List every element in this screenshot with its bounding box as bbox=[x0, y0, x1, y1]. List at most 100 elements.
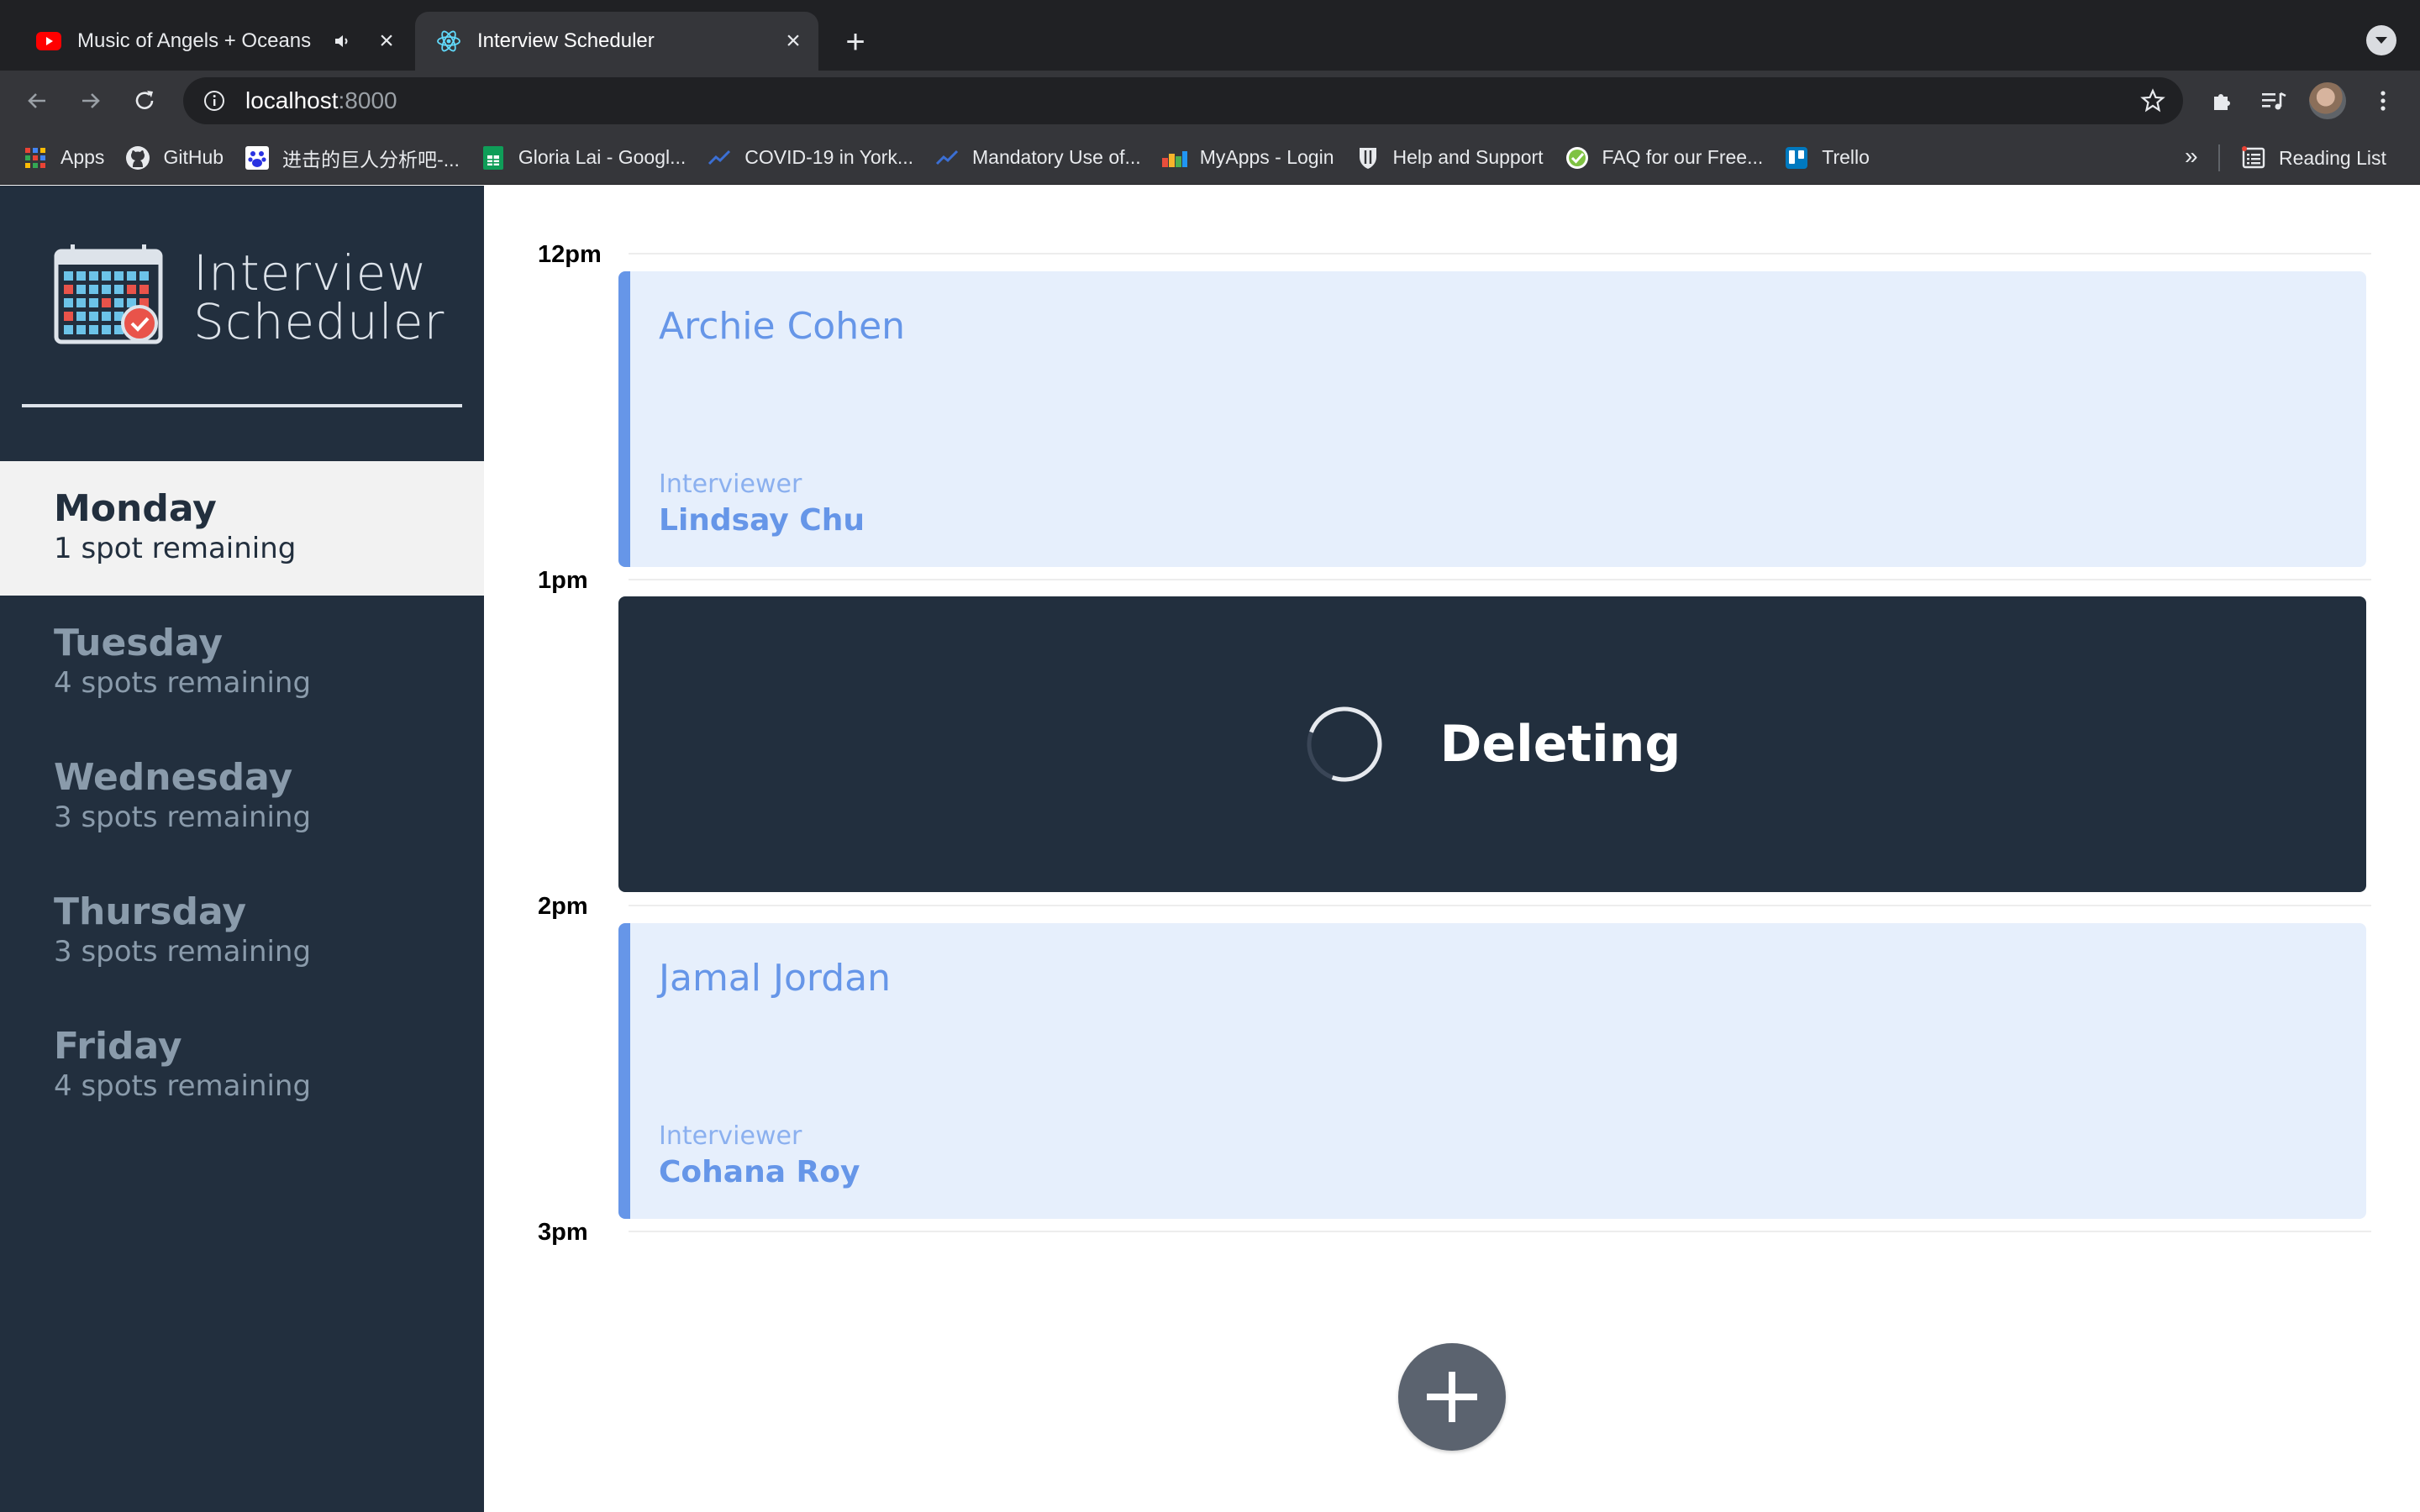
day-name: Wednesday bbox=[54, 756, 293, 799]
tab-interview-scheduler[interactable]: Interview Scheduler × bbox=[415, 12, 818, 71]
calendar-cell bbox=[64, 298, 73, 307]
reading-list-button[interactable]: Reading List bbox=[2232, 138, 2398, 178]
day-spots: 3 spots remaining bbox=[54, 935, 312, 969]
reading-list-label: Reading List bbox=[2279, 146, 2386, 169]
loading-spinner-icon bbox=[1307, 706, 1382, 782]
extensions-icon[interactable] bbox=[2203, 82, 2240, 119]
back-icon[interactable] bbox=[18, 82, 55, 119]
day-spots: 4 spots remaining bbox=[54, 1069, 312, 1103]
calendar-cell bbox=[114, 285, 124, 294]
student-name: Archie Cohen bbox=[659, 305, 906, 348]
bookmark-trello[interactable]: Trello bbox=[1775, 138, 1881, 178]
deleting-status: Deleting bbox=[618, 596, 2366, 892]
bookmark-help-support[interactable]: Help and Support bbox=[1346, 138, 1555, 178]
calendar-cell bbox=[76, 325, 86, 334]
calendar-cell bbox=[89, 325, 98, 334]
menu-kebab-icon[interactable] bbox=[2365, 82, 2402, 119]
profile-avatar[interactable] bbox=[2309, 82, 2346, 119]
forward-icon[interactable] bbox=[72, 82, 109, 119]
slot-divider bbox=[629, 253, 2371, 255]
schedule: 12pm Archie Cohen Interviewer Lindsay Ch… bbox=[484, 186, 2420, 1512]
day-name: Monday bbox=[54, 487, 217, 530]
bookmark-label: GitHub bbox=[163, 146, 224, 168]
interviewer-name: Cohana Roy bbox=[659, 1155, 860, 1189]
day-item-wednesday[interactable]: Wednesday 3 spots remaining bbox=[0, 730, 484, 864]
appointment-card[interactable]: Jamal Jordan Interviewer Cohana Roy bbox=[618, 923, 2366, 1219]
speaker-icon[interactable] bbox=[329, 28, 356, 55]
calendar-cell bbox=[139, 271, 149, 281]
tab-title: Interview Scheduler bbox=[477, 29, 655, 52]
calendar-cell bbox=[89, 271, 98, 281]
calendar-cell bbox=[127, 285, 136, 294]
day-name: Friday bbox=[54, 1025, 182, 1068]
bookmark-myapps[interactable]: MyApps - Login bbox=[1153, 138, 1346, 178]
day-item-thursday[interactable]: Thursday 3 spots remaining bbox=[0, 864, 484, 999]
sidebar: Interview Scheduler Monday 1 spot remain… bbox=[0, 186, 484, 1512]
bookmark-github[interactable]: GitHub bbox=[116, 138, 235, 178]
react-icon bbox=[435, 28, 462, 55]
more-bookmarks-button[interactable]: » bbox=[2185, 143, 2198, 170]
slot-divider bbox=[629, 905, 2371, 906]
bookmark-mandatory[interactable]: Mandatory Use of... bbox=[925, 138, 1153, 178]
slot-time: 1pm bbox=[538, 567, 588, 594]
bookmark-label: Help and Support bbox=[1392, 146, 1544, 168]
close-icon[interactable]: × bbox=[776, 24, 810, 58]
interviewer-label: Interviewer bbox=[659, 470, 802, 499]
github-icon bbox=[124, 144, 151, 171]
bookmark-covid[interactable]: COVID-19 in York... bbox=[697, 138, 925, 178]
slot-time: 12pm bbox=[538, 241, 602, 268]
bookmark-label: COVID-19 in York... bbox=[744, 146, 913, 168]
calendar-cell bbox=[89, 298, 98, 307]
calendar-cell bbox=[102, 271, 111, 281]
media-control-icon[interactable] bbox=[2255, 82, 2292, 119]
app-title-line2: Scheduler bbox=[193, 292, 445, 350]
url-port: :8000 bbox=[338, 87, 397, 113]
plus-icon bbox=[1427, 1372, 1477, 1422]
youtube-icon bbox=[35, 28, 62, 55]
bookmark-baidu[interactable]: 进击的巨人分析吧-... bbox=[235, 138, 471, 178]
sheets-icon bbox=[480, 144, 507, 171]
shield-icon bbox=[1355, 144, 1381, 171]
trello-icon bbox=[1783, 144, 1810, 171]
interviewer-name: Lindsay Chu bbox=[659, 503, 865, 538]
calendar-cell bbox=[64, 325, 73, 334]
browser-tab-strip: Music of Angels + Oceans × Interview Sch… bbox=[0, 0, 2420, 71]
site-info-icon[interactable] bbox=[200, 87, 229, 115]
calendar-cell bbox=[127, 271, 136, 281]
bookmark-label: Trello bbox=[1822, 146, 1870, 168]
day-item-friday[interactable]: Friday 4 spots remaining bbox=[0, 999, 484, 1133]
tab-music[interactable]: Music of Angels + Oceans × bbox=[18, 12, 412, 71]
add-appointment-button[interactable] bbox=[1398, 1343, 1506, 1451]
bookmark-faq[interactable]: FAQ for our Free... bbox=[1555, 138, 1776, 178]
calendar-cell bbox=[139, 285, 149, 294]
sidebar-divider bbox=[22, 404, 462, 407]
close-icon[interactable]: × bbox=[370, 24, 403, 58]
slot-divider bbox=[629, 579, 2371, 580]
calendar-cell bbox=[114, 298, 124, 307]
calendar-cell bbox=[102, 285, 111, 294]
reload-icon[interactable] bbox=[126, 82, 163, 119]
address-bar[interactable]: localhost:8000 bbox=[183, 77, 2183, 124]
calendar-cell bbox=[76, 298, 86, 307]
check-badge-icon bbox=[1564, 144, 1591, 171]
appointment-card[interactable]: Archie Cohen Interviewer Lindsay Chu bbox=[618, 271, 2366, 567]
bookmark-label: 进击的巨人分析吧-... bbox=[282, 148, 460, 171]
calendar-cell bbox=[76, 271, 86, 281]
interviewer-label: Interviewer bbox=[659, 1121, 802, 1151]
tab-search-icon[interactable] bbox=[2366, 25, 2396, 55]
new-tab-button[interactable]: + bbox=[837, 24, 874, 60]
bookmarks-divider bbox=[2218, 144, 2220, 171]
bookmark-google-sheets[interactable]: Gloria Lai - Googl... bbox=[471, 138, 697, 178]
day-item-monday[interactable]: Monday 1 spot remaining bbox=[0, 461, 484, 596]
calendar-cell bbox=[102, 298, 111, 307]
baidu-icon bbox=[244, 144, 271, 171]
reading-list-icon bbox=[2240, 144, 2267, 171]
day-name: Tuesday bbox=[54, 622, 224, 664]
myapps-icon bbox=[1161, 144, 1188, 171]
bookmark-apps[interactable]: Apps bbox=[13, 138, 116, 178]
day-item-tuesday[interactable]: Tuesday 4 spots remaining bbox=[0, 596, 484, 730]
bookmark-star-icon[interactable] bbox=[2138, 86, 2168, 116]
app-title: Interview Scheduler bbox=[193, 249, 445, 346]
day-list: Monday 1 spot remaining Tuesday 4 spots … bbox=[0, 461, 484, 1133]
calendar-cell bbox=[102, 312, 111, 321]
